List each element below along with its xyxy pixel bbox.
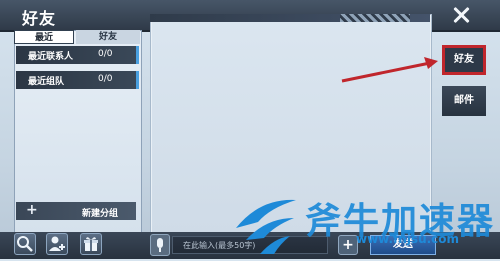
plus-icon: + [26, 202, 38, 218]
group-name: 最近组队 [28, 77, 65, 87]
group-count: 0/0 [98, 49, 113, 59]
new-group-button[interactable]: + 新建分组 [16, 202, 136, 220]
side-tab-mail[interactable]: 邮件 [442, 86, 486, 116]
group-recent-contacts[interactable]: 最近联系人 0/0 [16, 46, 139, 64]
watermark-url: www.fnjsu.com [356, 232, 460, 246]
add-friend-icon[interactable] [46, 233, 68, 255]
page-title: 好友 [22, 9, 57, 28]
side-tab-friends[interactable]: 好友 [442, 45, 486, 75]
tab-friends[interactable]: 好友 [76, 30, 140, 44]
chat-header-decoration [340, 14, 410, 22]
watermark-logo-icon [236, 199, 296, 254]
tab-recent[interactable]: 最近 [14, 30, 74, 44]
group-recent-team[interactable]: 最近组队 0/0 [16, 71, 139, 89]
search-icon[interactable] [14, 233, 36, 255]
red-arrow-icon [341, 57, 438, 83]
gift-icon[interactable] [80, 233, 102, 255]
friend-tabs: 最近 好友 [14, 30, 140, 44]
close-icon[interactable] [450, 4, 472, 26]
group-count: 0/0 [98, 74, 113, 84]
new-group-label: 新建分组 [82, 209, 119, 219]
mic-icon[interactable] [150, 234, 170, 256]
group-name: 最近联系人 [28, 52, 74, 62]
